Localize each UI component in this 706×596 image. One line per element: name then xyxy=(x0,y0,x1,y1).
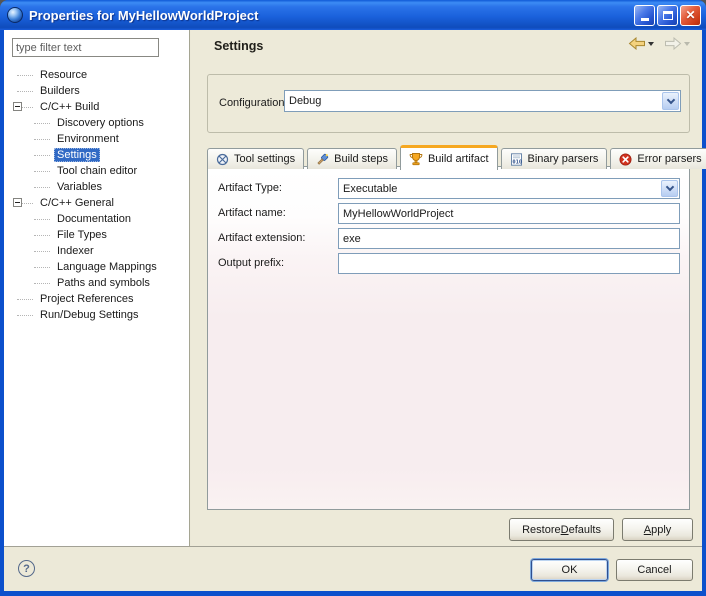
artifact-extension-label: Artifact extension: xyxy=(218,232,305,244)
tree-item-tool-chain-editor[interactable]: Tool chain editor xyxy=(4,163,188,179)
settings-tabs: Tool settings Build steps xyxy=(207,145,706,169)
forward-arrow-icon xyxy=(664,37,682,50)
bottom-bar: ? OK Cancel xyxy=(4,546,702,591)
error-icon xyxy=(619,153,632,166)
settings-panel: Settings Configuration: xyxy=(191,30,702,546)
page-title: Settings xyxy=(214,39,263,53)
configuration-label: Configuration: xyxy=(219,97,288,109)
tab-error-parsers[interactable]: Error parsers xyxy=(610,148,706,169)
tab-build-artifact[interactable]: Build artifact xyxy=(400,145,498,170)
help-icon: ? xyxy=(23,563,30,575)
cancel-button[interactable]: Cancel xyxy=(616,559,693,581)
tab-binary-parsers[interactable]: 010 Binary parsers xyxy=(501,148,608,169)
properties-tree: Resource Builders C/C++ Build Discovery … xyxy=(4,67,188,323)
back-arrow-icon xyxy=(628,37,646,50)
artifact-name-input[interactable] xyxy=(338,203,680,224)
tree-item-documentation[interactable]: Documentation xyxy=(4,211,188,227)
tree-item-discovery-options[interactable]: Discovery options xyxy=(4,115,188,131)
artifact-extension-input[interactable] xyxy=(338,228,680,249)
configuration-group: Configuration: Debug xyxy=(207,74,690,133)
configuration-value: Debug xyxy=(289,95,321,107)
chevron-down-icon xyxy=(665,183,673,191)
tree-item-paths-and-symbols[interactable]: Paths and symbols xyxy=(4,275,188,291)
tree-item-builders[interactable]: Builders xyxy=(4,83,188,99)
artifact-extension-row: Artifact extension: xyxy=(218,228,680,250)
hammer-icon xyxy=(316,153,329,166)
tree-item-indexer[interactable]: Indexer xyxy=(4,243,188,259)
window-title: Properties for MyHellowWorldProject xyxy=(29,8,634,23)
restore-defaults-button[interactable]: Restore Defaults xyxy=(509,518,614,541)
apply-button[interactable]: Apply xyxy=(622,518,693,541)
wrench-icon xyxy=(216,153,229,166)
tree-item-environment[interactable]: Environment xyxy=(4,131,188,147)
chevron-down-icon xyxy=(666,95,674,103)
artifact-extension-field-wrap xyxy=(338,228,680,249)
maximize-button[interactable] xyxy=(657,5,678,26)
dialog-buttons: OK Cancel xyxy=(531,559,693,581)
configuration-dropdown-button[interactable] xyxy=(662,92,679,110)
minimize-icon xyxy=(641,18,649,21)
artifact-name-row: Artifact name: xyxy=(218,203,680,225)
tree-item-file-types[interactable]: File Types xyxy=(4,227,188,243)
panel-buttons: Restore Defaults Apply xyxy=(509,518,693,541)
dialog-body: Resource Builders C/C++ Build Discovery … xyxy=(4,30,702,591)
tree-item-cpp-general[interactable]: C/C++ General xyxy=(4,195,188,211)
output-prefix-row: Output prefix: xyxy=(218,253,680,275)
artifact-type-value: Executable xyxy=(343,183,397,195)
back-button[interactable] xyxy=(628,37,654,50)
tree-item-settings[interactable]: Settings xyxy=(4,147,188,163)
output-prefix-field-wrap xyxy=(338,253,680,274)
tab-build-steps[interactable]: Build steps xyxy=(307,148,397,169)
artifact-type-label: Artifact Type: xyxy=(218,182,282,194)
tree-collapse-icon[interactable] xyxy=(13,198,22,207)
app-icon xyxy=(7,7,23,23)
artifact-type-dropdown-button[interactable] xyxy=(661,180,678,197)
tree-item-variables[interactable]: Variables xyxy=(4,179,188,195)
tree-collapse-icon[interactable] xyxy=(13,102,22,111)
properties-dialog-window: Properties for MyHellowWorldProject ✕ Re… xyxy=(0,0,706,596)
title-bar: Properties for MyHellowWorldProject ✕ xyxy=(0,0,706,30)
artifact-name-label: Artifact name: xyxy=(218,207,286,219)
output-prefix-input[interactable] xyxy=(338,253,680,274)
filter-input[interactable] xyxy=(12,38,159,57)
artifact-name-field-wrap xyxy=(338,203,680,224)
sidebar: Resource Builders C/C++ Build Discovery … xyxy=(4,30,190,546)
build-artifact-panel: Artifact Type: Executable Artifact name: xyxy=(207,166,690,510)
maximize-icon xyxy=(663,11,673,20)
configuration-select[interactable]: Debug xyxy=(284,90,681,112)
ok-button[interactable]: OK xyxy=(531,559,608,581)
tree-item-project-references[interactable]: Project References xyxy=(4,291,188,307)
binary-icon: 010 xyxy=(510,153,523,166)
back-dropdown-icon xyxy=(648,42,654,46)
tree-item-cpp-build[interactable]: C/C++ Build xyxy=(4,99,188,115)
tree-item-run-debug-settings[interactable]: Run/Debug Settings xyxy=(4,307,188,323)
artifact-type-select[interactable]: Executable xyxy=(338,178,680,199)
minimize-button[interactable] xyxy=(634,5,655,26)
window-controls: ✕ xyxy=(634,5,701,26)
forward-dropdown-icon xyxy=(684,42,690,46)
tab-tool-settings[interactable]: Tool settings xyxy=(207,148,304,169)
artifact-type-row: Artifact Type: Executable xyxy=(218,178,680,200)
svg-text:010: 010 xyxy=(512,159,522,165)
tree-item-resource[interactable]: Resource xyxy=(4,67,188,83)
close-button[interactable]: ✕ xyxy=(680,5,701,26)
history-nav xyxy=(628,37,690,50)
tree-item-language-mappings[interactable]: Language Mappings xyxy=(4,259,188,275)
help-button[interactable]: ? xyxy=(18,560,35,577)
forward-button[interactable] xyxy=(664,37,690,50)
output-prefix-label: Output prefix: xyxy=(218,257,284,269)
trophy-icon xyxy=(409,152,423,166)
close-icon: ✕ xyxy=(685,9,695,21)
